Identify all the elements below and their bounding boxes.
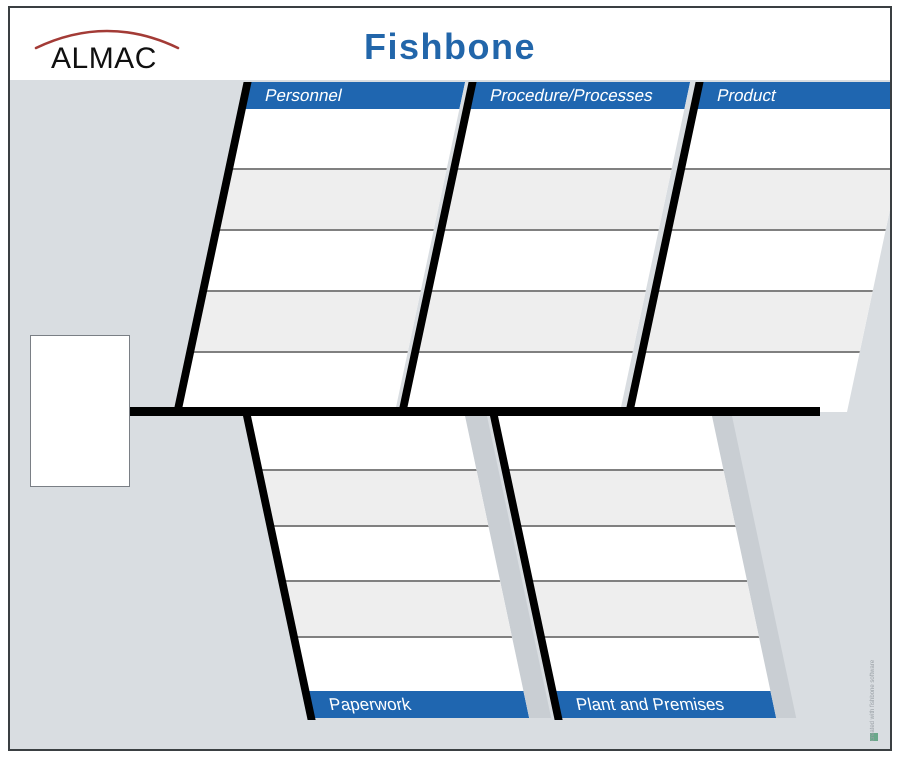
bone-plant-row-2[interactable] (508, 469, 736, 525)
bone-plant-row-3[interactable] (520, 524, 747, 581)
bone-paperwork-label: Paperwork (308, 691, 530, 718)
bone-procedure-row-1[interactable] (457, 109, 685, 168)
bone-plant-row-1[interactable] (497, 416, 723, 469)
bone-paperwork-row-5[interactable] (296, 635, 524, 692)
watermark-text: created with fishbone software (870, 659, 876, 741)
bone-personnel-label: Personnel (244, 82, 466, 109)
effect-box[interactable] (30, 335, 130, 487)
bone-paperwork-row-1[interactable] (250, 416, 476, 469)
diagram-canvas: Personnel Procedure/Processes Product Pa… (10, 80, 890, 749)
fishbone-spine (128, 407, 820, 416)
bone-personnel-row-4[interactable] (192, 290, 421, 351)
fishbone-page: Personnel Procedure/Processes Product Pa… (0, 0, 900, 759)
bone-product-row-3[interactable] (657, 229, 886, 290)
bone-personnel-row-5[interactable] (180, 351, 408, 412)
bone-product-row-4[interactable] (644, 290, 873, 351)
bone-plant-row-5[interactable] (543, 635, 771, 692)
bone-procedure-row-5[interactable] (405, 351, 633, 412)
bone-personnel-row-3[interactable] (205, 229, 434, 290)
bone-product-row-2[interactable] (670, 168, 890, 229)
bone-plant-row-4[interactable] (531, 580, 759, 636)
bone-personnel-row-1[interactable] (232, 109, 460, 168)
page-title: Fishbone (364, 26, 536, 67)
page-header: ALMAC Fishbone (10, 8, 890, 80)
bone-plant-label: Plant and Premises (555, 691, 777, 718)
bone-product-label: Product (696, 82, 890, 109)
bone-procedure-label: Procedure/Processes (469, 82, 691, 109)
bone-paperwork-row-2[interactable] (261, 469, 489, 525)
bone-product-row-5[interactable] (632, 351, 860, 412)
watermark: created with fishbone software (868, 631, 884, 741)
bone-paperwork-row-4[interactable] (284, 580, 512, 636)
bone-procedure-row-2[interactable] (443, 168, 672, 229)
bone-procedure-row-3[interactable] (430, 229, 659, 290)
bone-product-row-1[interactable] (684, 109, 890, 168)
bone-paperwork-row-3[interactable] (273, 524, 500, 581)
bone-personnel-row-2[interactable] (218, 168, 447, 229)
bone-procedure-row-4[interactable] (417, 290, 646, 351)
